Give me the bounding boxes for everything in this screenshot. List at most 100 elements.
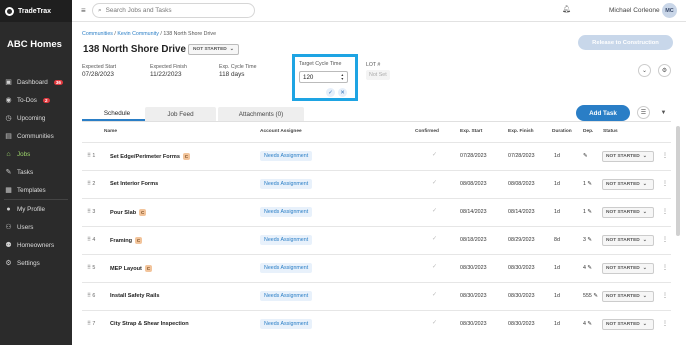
- task-status-dropdown[interactable]: NOT STARTED ⌄: [602, 235, 654, 246]
- target-cycle-time-input[interactable]: 120 ▲ ▼: [299, 71, 348, 83]
- breadcrumb-communities[interactable]: Communities: [82, 31, 113, 37]
- task-status-dropdown[interactable]: NOT STARTED ⌄: [602, 319, 654, 330]
- drag-handle-icon[interactable]: ⠿: [87, 321, 91, 327]
- assignee-button[interactable]: Needs Assignment: [260, 151, 313, 161]
- confirmed-check-icon[interactable]: ✓: [432, 291, 437, 298]
- table-row[interactable]: ⠿ 4 Framing C Needs Assignment ✓ 08/18/20…: [82, 226, 671, 254]
- search-input[interactable]: ⌕ Search Jobs and Tasks: [92, 3, 255, 18]
- table-row[interactable]: ⠿ 2 Set Interior Forms Needs Assignment …: [82, 170, 671, 198]
- table-row[interactable]: ⠿ 3 Pour Slab C Needs Assignment ✓ 08/14/…: [82, 198, 671, 226]
- drag-handle-icon[interactable]: ⠿: [87, 265, 91, 271]
- task-name[interactable]: City Strap & Shear Inspection: [110, 321, 189, 327]
- table-row[interactable]: ⠿ 7 City Strap & Shear Inspection Needs …: [82, 310, 671, 338]
- gear-icon[interactable]: ⚙: [658, 64, 671, 77]
- assignee-button[interactable]: Needs Assignment: [260, 319, 313, 329]
- drag-handle-icon[interactable]: ⠿: [87, 209, 91, 215]
- confirm-check-icon[interactable]: ✓: [326, 88, 335, 97]
- assignee-button[interactable]: Needs Assignment: [260, 235, 313, 245]
- sidebar-item-homeowners[interactable]: ⚉ Homeowners: [0, 236, 72, 254]
- task-status-label: NOT STARTED: [606, 294, 640, 299]
- sidebar-item-tasks[interactable]: ✎ Tasks: [0, 163, 72, 181]
- dependency-cell[interactable]: 1 ✎: [583, 209, 592, 215]
- bell-icon[interactable]: 🔔︎: [562, 5, 571, 13]
- sidebar-item-label: Communities: [17, 132, 54, 140]
- sidebar-item-jobs[interactable]: ⌂ Jobs: [0, 145, 72, 163]
- confirmed-check-icon[interactable]: ✓: [432, 263, 437, 270]
- drag-handle-icon[interactable]: ⠿: [87, 237, 91, 243]
- more-options-icon[interactable]: ⋮: [662, 292, 668, 299]
- sidebar-item-dashboard[interactable]: ▣ Dashboard 36: [0, 73, 72, 91]
- drag-handle-icon[interactable]: ⠿: [87, 153, 91, 159]
- more-options-icon[interactable]: ⋮: [662, 180, 668, 187]
- dependency-cell[interactable]: ✎: [583, 153, 587, 159]
- breadcrumb-community[interactable]: Kevin Community: [117, 31, 159, 37]
- confirmed-check-icon[interactable]: ✓: [432, 235, 437, 242]
- sidebar-item-users[interactable]: ⚇ Users: [0, 218, 72, 236]
- table-row[interactable]: ⠿ 5 MEP Layout C Needs Assignment ✓ 08/30…: [82, 254, 671, 282]
- drag-handle-icon[interactable]: ⠿: [87, 293, 91, 299]
- dependency-cell[interactable]: 4 ✎: [583, 265, 592, 271]
- home-icon: ⌂: [6, 150, 11, 158]
- assignee-button[interactable]: Needs Assignment: [260, 207, 313, 217]
- job-status-dropdown[interactable]: NOT STARTED ⌄: [188, 44, 239, 55]
- add-task-button[interactable]: Add Task: [576, 105, 630, 121]
- lot-input[interactable]: Not Set: [366, 70, 390, 80]
- task-name[interactable]: Install Safety Rails: [110, 293, 159, 299]
- number-spinner-icon[interactable]: ▲ ▼: [341, 73, 344, 81]
- confirmed-check-icon[interactable]: ✓: [432, 319, 437, 326]
- confirmed-check-icon[interactable]: ✓: [432, 151, 437, 158]
- sidebar-item-upcoming[interactable]: ◷ Upcoming: [0, 109, 72, 127]
- more-options-icon[interactable]: ⋮: [662, 264, 668, 271]
- chevron-down-icon: ⌄: [229, 47, 234, 52]
- assignee-button[interactable]: Needs Assignment: [260, 291, 313, 301]
- confirmed-check-icon[interactable]: ✓: [432, 207, 437, 214]
- more-options-icon[interactable]: ⋮: [662, 320, 668, 327]
- scrollbar[interactable]: [676, 126, 680, 236]
- task-status-dropdown[interactable]: NOT STARTED ⌄: [602, 179, 654, 190]
- release-to-construction-button[interactable]: Release to Construction: [578, 35, 673, 50]
- list-view-icon[interactable]: ☰: [637, 106, 650, 119]
- task-status-dropdown[interactable]: NOT STARTED ⌄: [602, 263, 654, 274]
- filter-icon[interactable]: ▼: [657, 106, 670, 119]
- sidebar-item-communities[interactable]: ▤ Communities: [0, 127, 72, 145]
- dependency-edit-icon[interactable]: ✎: [583, 153, 587, 159]
- task-name[interactable]: Set Edge/Perimeter Forms C: [110, 153, 190, 160]
- more-options-icon[interactable]: ⋮: [662, 236, 668, 243]
- sidebar-item-settings[interactable]: ⚙ Settings: [0, 254, 72, 272]
- more-options-icon[interactable]: ⋮: [662, 152, 668, 159]
- row-index: 4: [92, 237, 96, 243]
- dependency-cell[interactable]: 4 ✎: [583, 321, 592, 327]
- sidebar-item-my-profile[interactable]: ● My Profile: [0, 200, 72, 218]
- sidebar-item-templates[interactable]: ▦ Templates: [0, 181, 72, 199]
- cancel-close-icon[interactable]: ✕: [338, 88, 347, 97]
- confirmed-check-icon[interactable]: ✓: [432, 179, 437, 186]
- cycle-time-value: 118 days: [219, 71, 245, 78]
- dependency-cell[interactable]: 3 ✎: [583, 237, 592, 243]
- assignee-button[interactable]: Needs Assignment: [260, 263, 313, 273]
- user-name[interactable]: Michael Corleone: [609, 7, 660, 14]
- hamburger-menu-icon[interactable]: ≡: [81, 6, 86, 15]
- task-name[interactable]: Pour Slab C: [110, 209, 147, 216]
- tab-attachments[interactable]: Attachments (0): [218, 107, 304, 121]
- avatar[interactable]: MC: [662, 3, 677, 18]
- task-status-dropdown[interactable]: NOT STARTED ⌄: [602, 151, 654, 162]
- task-name[interactable]: Set Interior Forms: [110, 181, 158, 187]
- tab-schedule[interactable]: Schedule: [82, 107, 152, 121]
- task-name[interactable]: Framing C: [110, 237, 143, 244]
- more-options-icon[interactable]: ⋮: [662, 208, 668, 215]
- dependency-cell[interactable]: 1 ✎: [583, 181, 592, 187]
- drag-handle-icon[interactable]: ⠿: [87, 181, 91, 187]
- critical-badge: C: [135, 237, 143, 244]
- tab-job-feed[interactable]: Job Feed: [145, 107, 216, 121]
- table-row[interactable]: ⠿ 1 Set Edge/Perimeter Forms C Needs Assi…: [82, 142, 671, 170]
- task-status-dropdown[interactable]: NOT STARTED ⌄: [602, 207, 654, 218]
- task-name[interactable]: MEP Layout C: [110, 265, 152, 272]
- assignee-button[interactable]: Needs Assignment: [260, 179, 313, 189]
- exp-start-value: 08/30/2023: [460, 321, 487, 327]
- task-name-text: Install Safety Rails: [110, 293, 160, 299]
- table-row[interactable]: ⠿ 6 Install Safety Rails Needs Assignmen…: [82, 282, 671, 310]
- dependency-cell[interactable]: 555 ✎: [583, 293, 598, 299]
- sidebar-item-todos[interactable]: ◉ To-Dos 2: [0, 91, 72, 109]
- task-status-dropdown[interactable]: NOT STARTED ⌄: [602, 291, 654, 302]
- collapse-chevron-icon[interactable]: ⌄: [638, 64, 651, 77]
